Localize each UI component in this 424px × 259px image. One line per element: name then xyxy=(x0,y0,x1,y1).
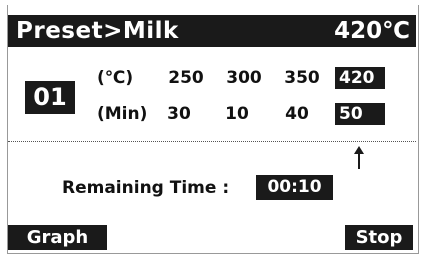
up-arrow-icon xyxy=(354,146,364,169)
time-cell-2[interactable]: 10 xyxy=(221,103,253,125)
preset-title: Preset>Milk xyxy=(16,18,179,44)
lcd-screen: Preset>Milk 420℃ 01 (℃) (Min) 250 300 35… xyxy=(0,0,424,259)
time-row-label: (Min) xyxy=(97,104,148,124)
temperature-row-label: (℃) xyxy=(97,68,134,88)
graph-button[interactable]: Graph xyxy=(8,225,107,250)
temp-cell-3[interactable]: 350 xyxy=(281,67,323,89)
time-cell-3[interactable]: 40 xyxy=(281,103,313,125)
time-cell-1[interactable]: 30 xyxy=(163,103,195,125)
step-number-badge: 01 xyxy=(25,81,75,114)
temp-cell-4-selected[interactable]: 420 xyxy=(335,67,385,89)
remaining-time-value: 00:10 xyxy=(256,175,333,200)
title-bar: Preset>Milk 420℃ xyxy=(8,15,416,47)
remaining-time-label: Remaining Time : xyxy=(62,178,230,198)
current-temperature: 420℃ xyxy=(334,18,410,44)
temp-cell-2[interactable]: 300 xyxy=(223,67,265,89)
stop-button[interactable]: Stop xyxy=(345,225,413,250)
time-cell-4-selected[interactable]: 50 xyxy=(335,103,385,125)
temp-cell-1[interactable]: 250 xyxy=(165,67,207,89)
section-divider xyxy=(8,141,416,142)
